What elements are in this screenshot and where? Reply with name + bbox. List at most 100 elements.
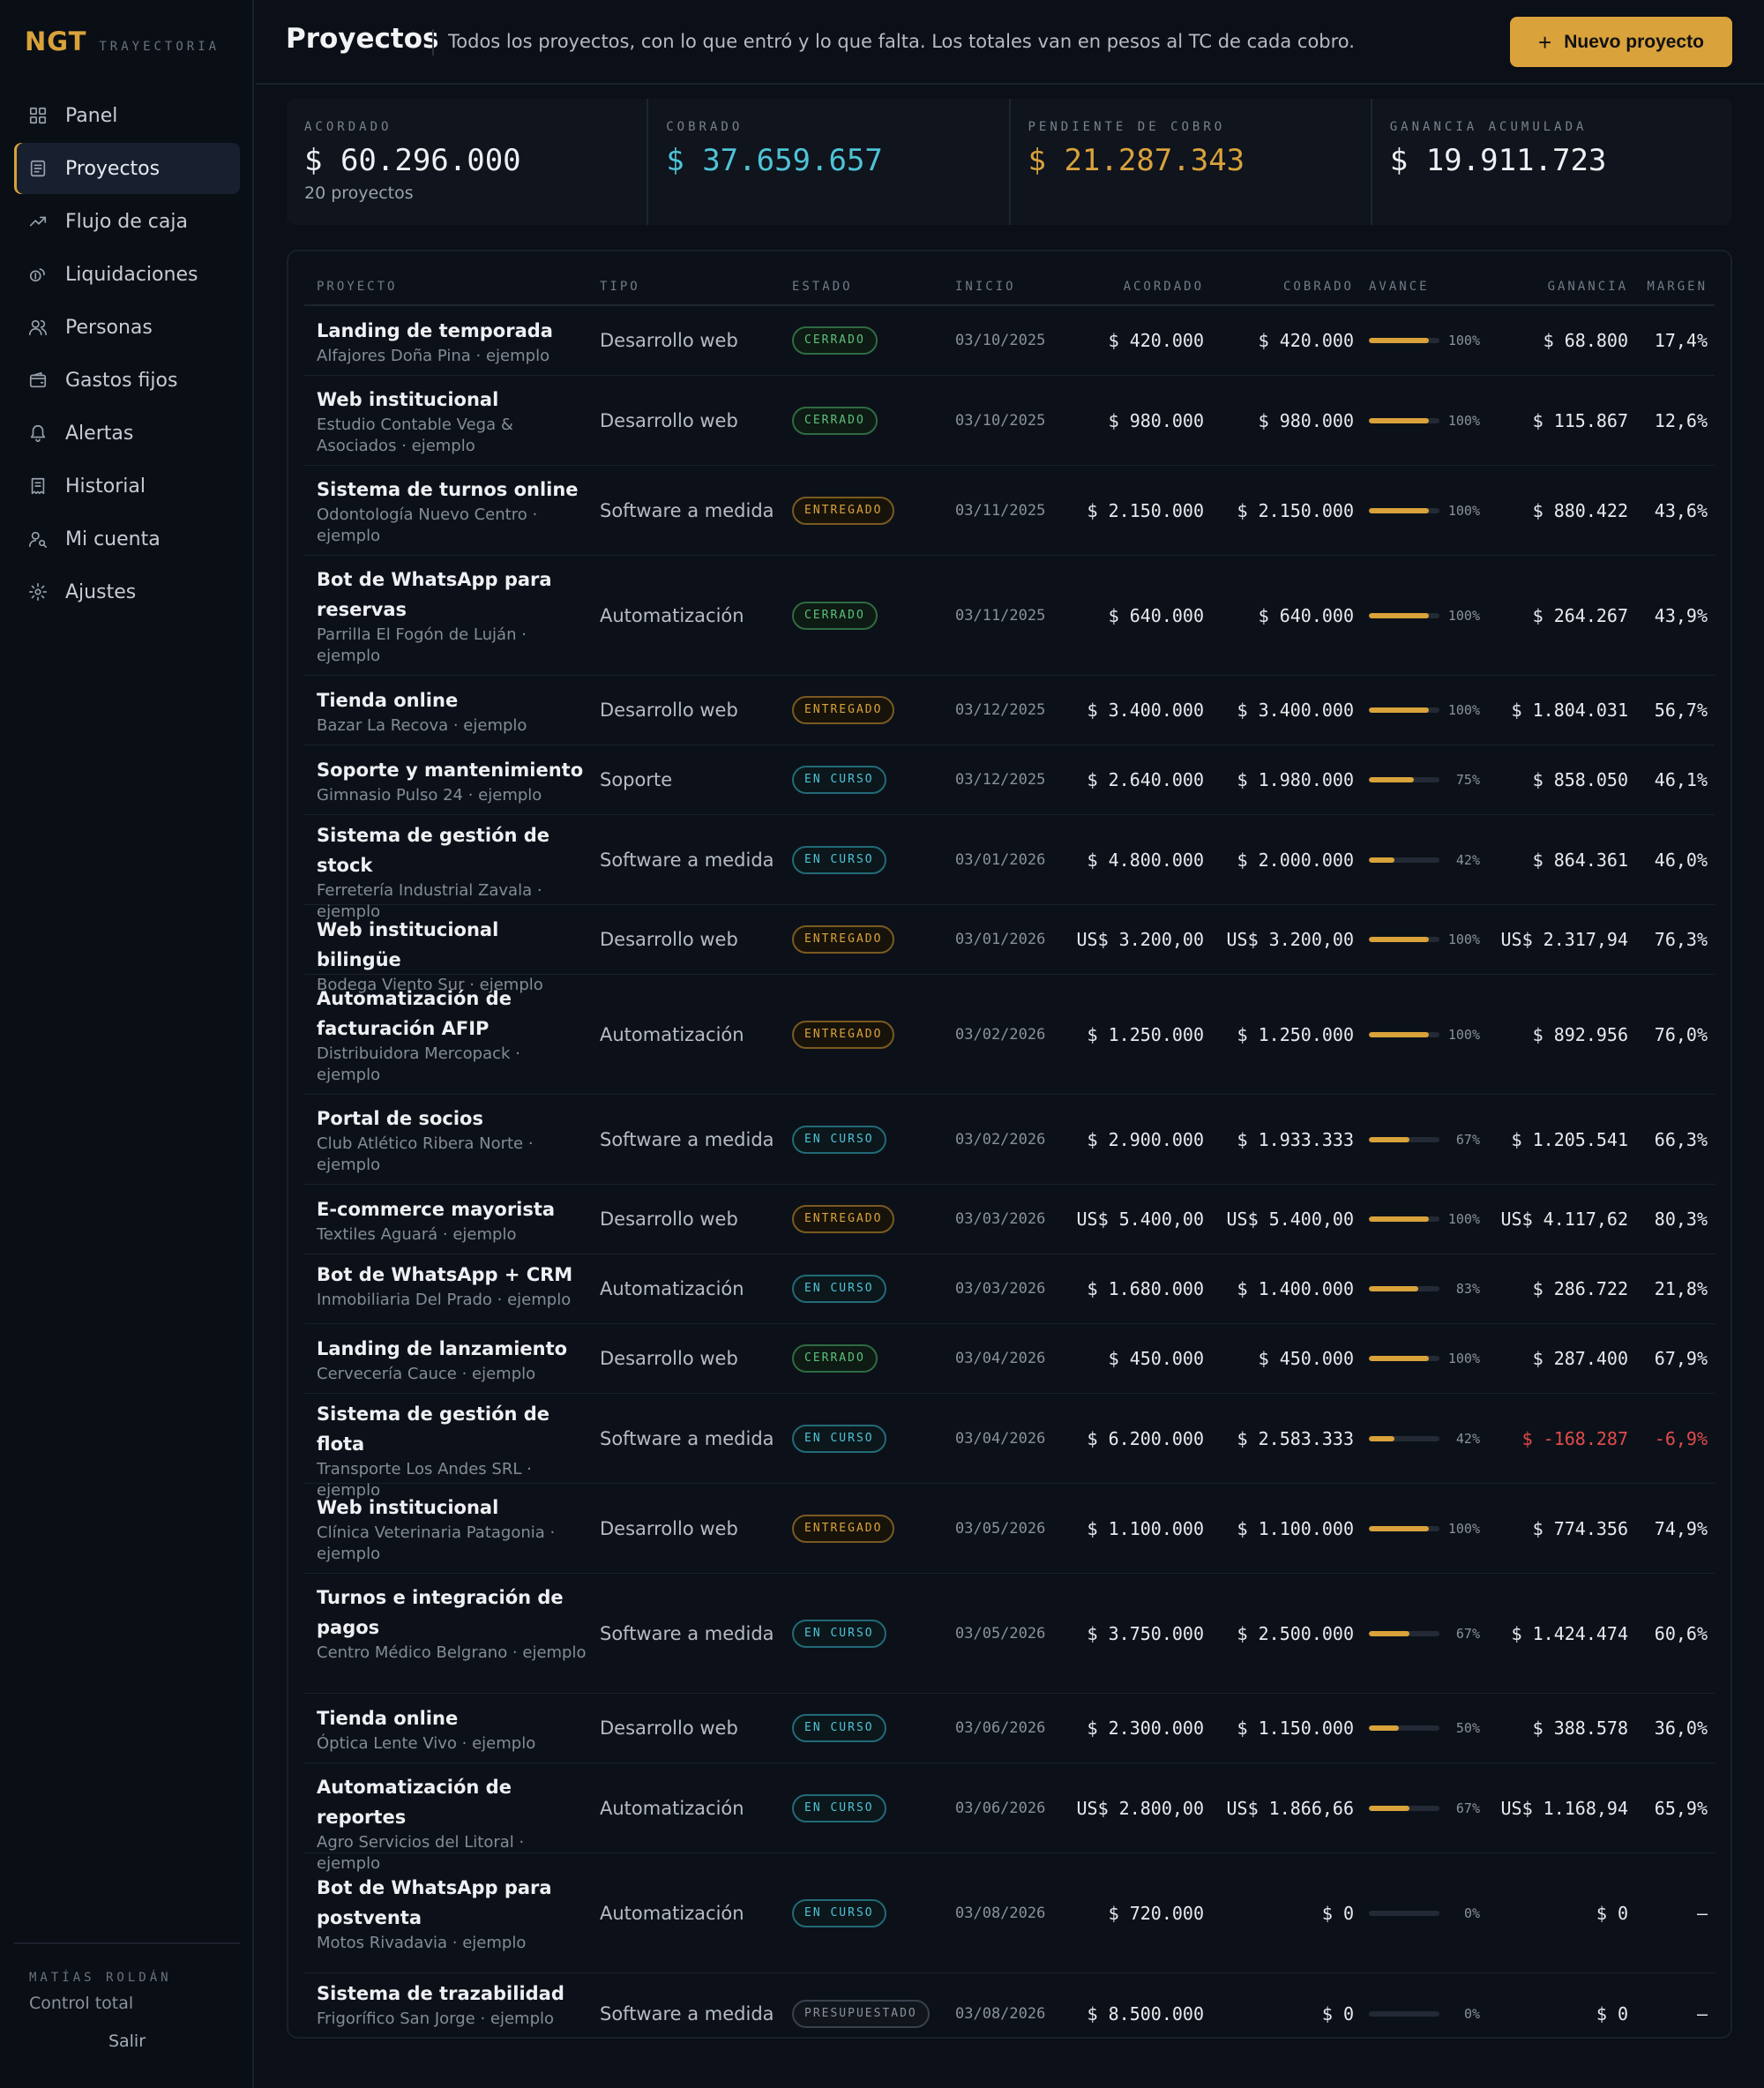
header-acordado[interactable]: ACORDADO [1124,280,1204,294]
project-cell[interactable]: Bot de WhatsApp para postventa Motos Riva… [317,1853,587,1954]
project-name[interactable]: Soporte y mantenimiento [317,755,587,785]
header-tipo[interactable]: TIPO [600,280,640,294]
project-cell[interactable]: Landing de temporada Alfajores Doña Pina … [317,306,587,367]
brand-subtitle: TRAYECTORIA [99,40,220,54]
table-row[interactable]: Turnos e integración de pagos Centro Médi… [304,1574,1715,1694]
agreed-amount: $ 450.000 [1108,1348,1204,1369]
table-row[interactable]: Landing de lanzamiento Cervecería Cauce ·… [304,1324,1715,1394]
table-row[interactable]: Soporte y mantenimiento Gimnasio Pulso 24… [304,745,1715,815]
stat-subtext: 20 proyectos [304,183,414,203]
progress-cell: 100% [1369,702,1480,718]
project-name[interactable]: Landing de temporada [317,316,587,346]
table-row[interactable]: Bot de WhatsApp para postventa Motos Riva… [304,1853,1715,1973]
sidebar-item-mi-cuenta[interactable]: Mi cuenta [14,513,240,565]
project-cell[interactable]: Web institucional Estudio Contable Vega &… [317,376,587,457]
table-row[interactable]: Bot de WhatsApp para reservas Parrilla El… [304,556,1715,676]
table-row[interactable]: Portal de socios Club Atlético Ribera Nor… [304,1095,1715,1185]
logout-button[interactable]: Salir [14,2032,240,2051]
sidebar-item-panel[interactable]: Panel [14,90,240,141]
table-row[interactable]: Sistema de gestión de stock Ferretería In… [304,815,1715,921]
project-cell[interactable]: Web institucional Clínica Veterinaria Pat… [317,1484,587,1565]
project-name[interactable]: Turnos e integración de pagos [317,1583,587,1643]
project-cell[interactable]: Portal de socios Club Atlético Ribera Nor… [317,1095,587,1176]
table-row[interactable]: E-commerce mayorista Textiles Aguará · ej… [304,1185,1715,1254]
sidebar-item-liquidaciones[interactable]: Liquidaciones [14,249,240,300]
project-cell[interactable]: Automatización de facturación AFIP Distri… [317,975,587,1086]
project-name[interactable]: Bot de WhatsApp para reservas [317,565,587,625]
project-name[interactable]: Web institucional [317,385,587,415]
status-cell: EN CURSO [792,1125,886,1154]
project-client: Centro Médico Belgrano · ejemplo [317,1643,587,1662]
project-type: Automatización [600,1023,744,1045]
brand[interactable]: NGT TRAYECTORIA [25,26,220,56]
project-name[interactable]: Tienda online [317,685,587,715]
project-name[interactable]: Web institucional bilingüe [317,915,587,975]
sidebar-item-ajustes[interactable]: Ajustes [14,566,240,617]
table-row[interactable]: Web institucional bilingüe Bodega Viento … [304,905,1715,994]
header-inicio[interactable]: INICIO [955,280,1016,294]
table-row[interactable]: Tienda online Óptica Lente Vivo · ejemplo… [304,1694,1715,1763]
project-name[interactable]: Bot de WhatsApp + CRM [317,1260,587,1290]
project-name[interactable]: Sistema de gestión de flota [317,1399,587,1459]
agreed-amount: US$ 5.400,00 [1076,1209,1205,1230]
project-cell[interactable]: Soporte y mantenimiento Gimnasio Pulso 24… [317,745,587,806]
sidebar-item-flujo-de-caja[interactable]: Flujo de caja [14,196,240,247]
project-cell[interactable]: Landing de lanzamiento Cervecería Cauce ·… [317,1324,587,1385]
status-cell: EN CURSO [792,1898,886,1927]
table-row[interactable]: Automatización de reportes Agro Servicios… [304,1763,1715,1873]
project-cell[interactable]: Sistema de turnos online Odontología Nuev… [317,466,587,547]
project-cell[interactable]: Sistema de trazabilidad Frigorífico San J… [317,1973,587,2030]
project-name[interactable]: Automatización de facturación AFIP [317,984,587,1044]
project-name[interactable]: Landing de lanzamiento [317,1334,587,1364]
header-estado[interactable]: ESTADO [792,280,853,294]
header-cobrado[interactable]: COBRADO [1283,280,1354,294]
header-proyecto[interactable]: PROYECTO [317,280,397,294]
table-row[interactable]: Sistema de trazabilidad Frigorífico San J… [304,1973,1715,2054]
status-badge: PRESUPUESTADO [792,2000,930,2028]
project-name[interactable]: Sistema de trazabilidad [317,1979,587,2009]
project-name[interactable]: Sistema de gestión de stock [317,820,587,880]
status-badge: ENTREGADO [792,1020,895,1049]
progress-cell: 67% [1369,1626,1480,1642]
table-row[interactable]: Sistema de turnos online Odontología Nuev… [304,466,1715,556]
start-date: 03/12/2025 [955,771,1046,789]
table-row[interactable]: Web institucional Estudio Contable Vega &… [304,376,1715,466]
status-badge: EN CURSO [792,1898,886,1927]
project-cell[interactable]: E-commerce mayorista Textiles Aguará · ej… [317,1185,587,1246]
sidebar-item-proyectos[interactable]: Proyectos [14,143,240,194]
agreed-amount: US$ 3.200,00 [1076,929,1205,950]
project-cell[interactable]: Bot de WhatsApp para reservas Parrilla El… [317,556,587,667]
project-name[interactable]: E-commerce mayorista [317,1194,587,1224]
project-cell[interactable]: Turnos e integración de pagos Centro Médi… [317,1574,587,1664]
project-cell[interactable]: Tienda online Óptica Lente Vivo · ejemplo [317,1694,587,1755]
project-name[interactable]: Sistema de turnos online [317,475,587,505]
stat-card: PENDIENTE DE COBRO $ 21.287.343 [1008,99,1371,225]
collected-amount: US$ 3.200,00 [1226,929,1355,950]
sidebar-item-alertas[interactable]: Alertas [14,408,240,459]
sidebar-item-gastos-fijos[interactable]: Gastos fijos [14,355,240,406]
header-margen[interactable]: MARGEN [1647,280,1708,294]
status-cell: ENTREGADO [792,496,895,525]
project-name[interactable]: Tienda online [317,1703,587,1733]
table-row[interactable]: Landing de temporada Alfajores Doña Pina … [304,306,1715,376]
stat-value: $ 21.287.343 [1028,143,1245,178]
header-ganancia[interactable]: GANANCIA [1548,280,1628,294]
new-project-button[interactable]: + Nuevo proyecto [1510,17,1732,67]
table-row[interactable]: Tienda online Bazar La Recova · ejemplo De… [304,676,1715,745]
project-name[interactable]: Automatización de reportes [317,1772,587,1832]
table-row[interactable]: Web institucional Clínica Veterinaria Pat… [304,1484,1715,1574]
project-cell[interactable]: Bot de WhatsApp + CRM Inmobiliaria Del Pr… [317,1254,587,1311]
project-cell[interactable]: Tienda online Bazar La Recova · ejemplo [317,676,587,737]
progress-cell: 50% [1369,1720,1480,1736]
sidebar-item-personas[interactable]: Personas [14,302,240,353]
table-row[interactable]: Sistema de gestión de flota Transporte Lo… [304,1394,1715,1500]
header-avance[interactable]: AVANCE [1369,280,1430,294]
progress-fill [1369,1031,1429,1037]
project-name[interactable]: Web institucional [317,1493,587,1523]
progress-percent: 100% [1447,333,1480,348]
table-row[interactable]: Bot de WhatsApp + CRM Inmobiliaria Del Pr… [304,1254,1715,1324]
project-name[interactable]: Bot de WhatsApp para postventa [317,1873,587,1933]
sidebar-item-historial[interactable]: Historial [14,460,240,512]
table-row[interactable]: Automatización de facturación AFIP Distri… [304,975,1715,1095]
project-name[interactable]: Portal de socios [317,1104,587,1134]
